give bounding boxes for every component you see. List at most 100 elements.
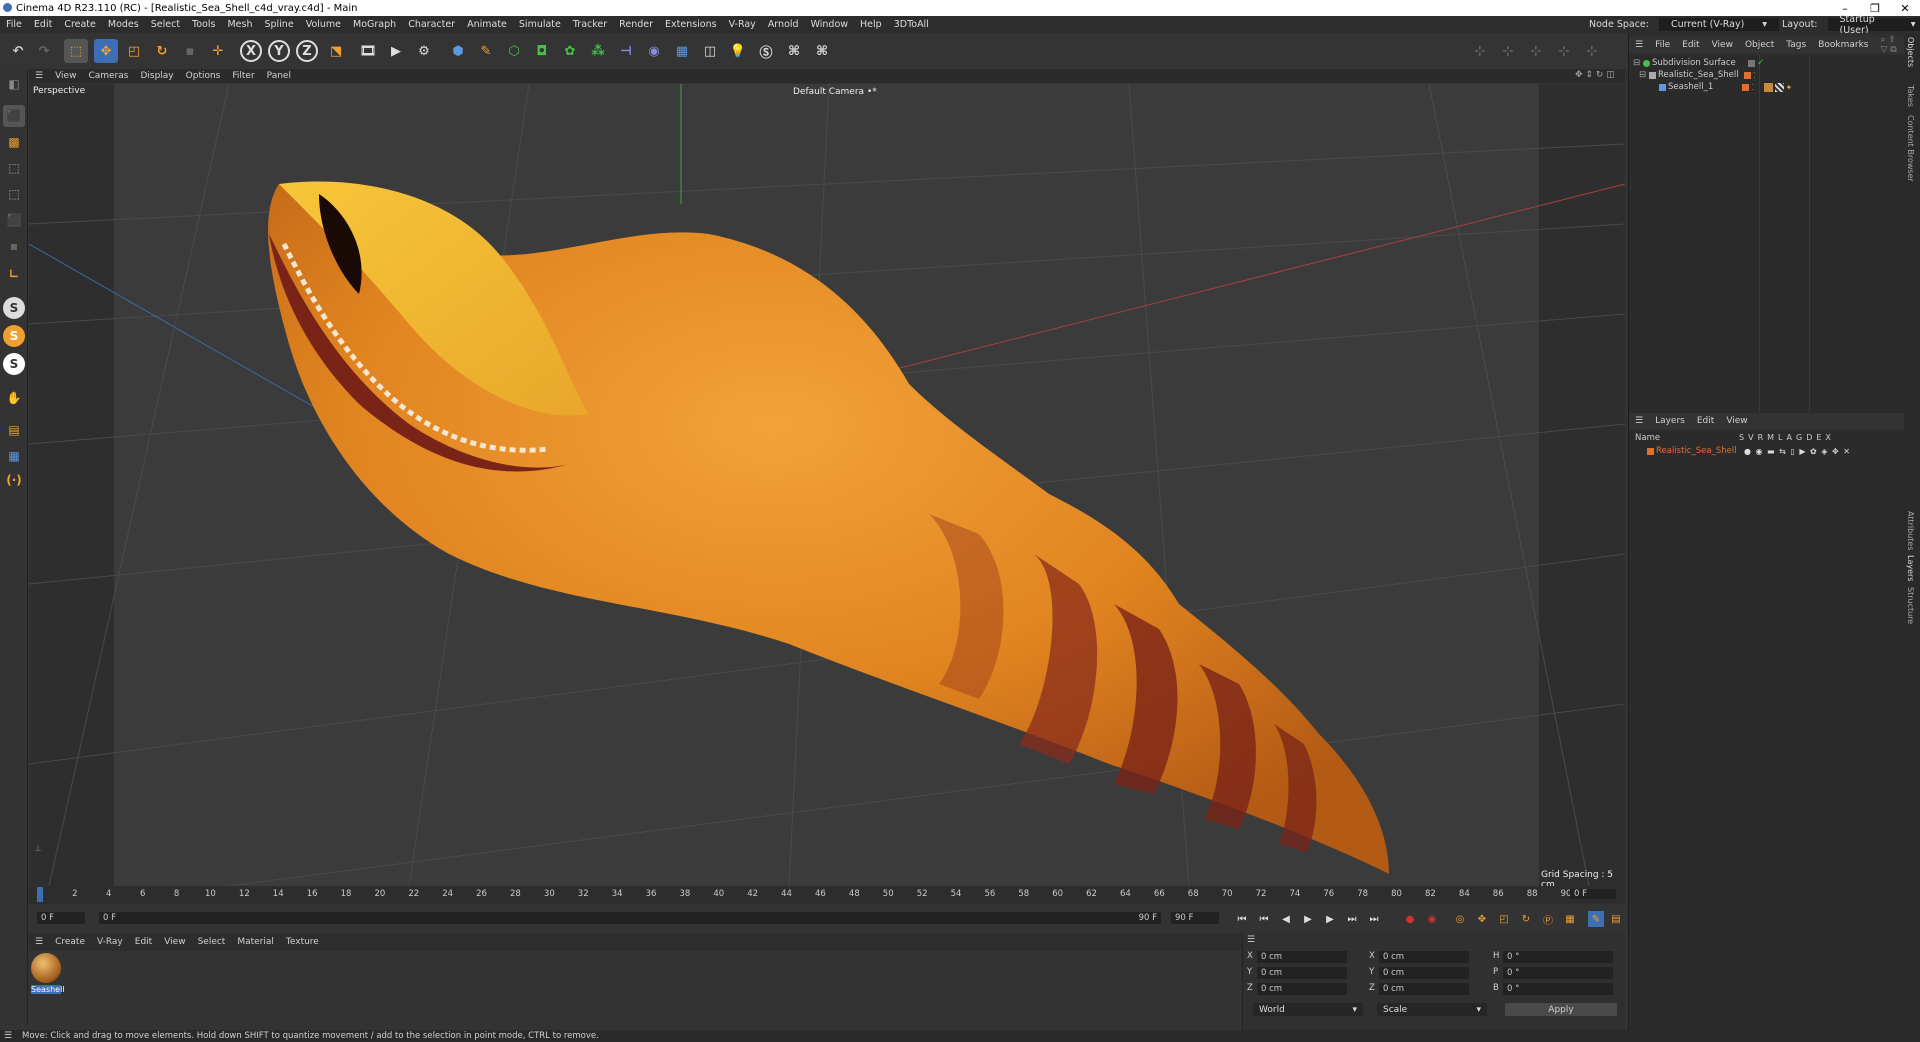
- tab-attributes[interactable]: Attributes: [1906, 511, 1915, 551]
- layer-color-swatch[interactable]: [1647, 447, 1654, 455]
- camera-label[interactable]: Default Camera •*: [793, 87, 877, 97]
- mat-menu-material[interactable]: Material: [231, 937, 280, 947]
- viewport-menu-cameras[interactable]: Cameras: [82, 71, 134, 81]
- mat-menu-texture[interactable]: Texture: [280, 937, 325, 947]
- layers-menu-layers[interactable]: Layers: [1649, 416, 1691, 426]
- menu-mograph[interactable]: MoGraph: [347, 19, 402, 30]
- subdivision-surface-icon[interactable]: ⬡: [502, 39, 526, 63]
- autokey-icon[interactable]: ◉: [1424, 911, 1440, 927]
- layer-row[interactable]: Realistic_Sea_Shell ● ◉ ▬ ⇆ ▯ ▶ ✿ ◈ ✥ ✕: [1629, 445, 1905, 457]
- frame-range-slider[interactable]: 0 F 90 F: [99, 912, 1161, 924]
- redo-button[interactable]: ↷: [32, 39, 56, 63]
- viewport-menu-display[interactable]: Display: [134, 71, 179, 81]
- next-key-icon[interactable]: ⏭: [1344, 911, 1360, 927]
- key-position-icon[interactable]: ✥: [1474, 911, 1490, 927]
- menu-window[interactable]: Window: [805, 19, 854, 30]
- menu-extensions[interactable]: Extensions: [659, 19, 723, 30]
- layer-tag-icon[interactable]: [1748, 59, 1755, 67]
- model-mode-icon[interactable]: ⬛: [3, 105, 25, 127]
- flag-generators[interactable]: G: [1796, 433, 1802, 442]
- record-icon[interactable]: ●: [1402, 911, 1418, 927]
- menu-spline[interactable]: Spline: [258, 19, 299, 30]
- menu-3dtoall[interactable]: 3DToAll: [888, 19, 935, 30]
- object-row-realistic-sea-shell[interactable]: ⊟ Realistic_Sea_Shell ⁚: [1629, 69, 1905, 81]
- vray-s-icon[interactable]: S: [3, 325, 25, 347]
- obj-menu-edit[interactable]: Edit: [1676, 40, 1705, 50]
- viewport-menu-panel[interactable]: Panel: [261, 71, 297, 81]
- layer-color-tag[interactable]: [1744, 71, 1751, 79]
- tab-content-browser[interactable]: Content Browser: [1906, 115, 1915, 182]
- cube-object-icon[interactable]: ⬢: [446, 39, 470, 63]
- obj-menu-view[interactable]: View: [1706, 40, 1739, 50]
- snap-icon[interactable]: ⊹: [1468, 39, 1492, 63]
- obj-menu-object[interactable]: Object: [1739, 40, 1780, 50]
- move-tool-icon[interactable]: ✥: [94, 39, 118, 63]
- node-space-select[interactable]: Current (V-Ray) ▾: [1658, 18, 1779, 31]
- visibility-dots-icon[interactable]: ⁚: [1753, 71, 1756, 80]
- keyframe-selection-icon[interactable]: ◎: [1452, 911, 1468, 927]
- recent-tools-icon[interactable]: ▪: [178, 39, 202, 63]
- layer-color-tag[interactable]: [1742, 83, 1749, 91]
- step-back-icon[interactable]: ◀: [1278, 911, 1294, 927]
- play-icon[interactable]: ▶: [1300, 911, 1316, 927]
- sketch-s-icon[interactable]: S: [3, 353, 25, 375]
- y-axis-lock-button[interactable]: Y: [268, 40, 290, 62]
- rot-p-field[interactable]: 0 °: [1503, 967, 1613, 979]
- end-frame-field[interactable]: 90 F: [1171, 912, 1219, 924]
- mat-menu-edit[interactable]: Edit: [129, 937, 158, 947]
- flag-view[interactable]: V: [1748, 433, 1753, 442]
- step-forward-icon[interactable]: ▶: [1322, 911, 1338, 927]
- make-editable-icon[interactable]: ◧: [3, 73, 25, 95]
- key-pla-icon[interactable]: ▦: [1562, 911, 1578, 927]
- hamburger-icon[interactable]: ☰: [1629, 40, 1649, 50]
- size-mode-select[interactable]: Scale ▾: [1377, 1003, 1487, 1016]
- uvw-tag-icon[interactable]: [1774, 82, 1784, 92]
- render-picture-viewer-icon[interactable]: ▶: [384, 39, 408, 63]
- size-y-field[interactable]: 0 cm: [1379, 967, 1469, 979]
- live-selection-icon[interactable]: ⬚: [64, 39, 88, 63]
- search-icon[interactable]: ⌕ ⇧ ▽ ⧉: [1874, 35, 1905, 55]
- render-view-icon[interactable]: 🎞: [356, 39, 380, 63]
- playhead[interactable]: [37, 887, 43, 902]
- viewport-menu-filter[interactable]: Filter: [226, 71, 260, 81]
- enable-axis-icon[interactable]: ∟: [3, 263, 25, 285]
- snapping-icon[interactable]: S: [3, 297, 25, 319]
- tab-layers[interactable]: Layers: [1906, 555, 1915, 581]
- obj-menu-bookmarks[interactable]: Bookmarks: [1812, 40, 1874, 50]
- key-scale-icon[interactable]: ◰: [1496, 911, 1512, 927]
- material-tag-icon[interactable]: [1763, 82, 1773, 92]
- object-row-seashell-1[interactable]: Seashell_1 ⁚ ✦: [1629, 81, 1905, 93]
- guide-icon[interactable]: ⊹: [1552, 39, 1576, 63]
- flag-locked[interactable]: L: [1778, 433, 1782, 442]
- x-axis-lock-button[interactable]: X: [240, 40, 262, 62]
- size-z-field[interactable]: 0 cm: [1379, 983, 1469, 995]
- uv-mode-icon[interactable]: ▪: [3, 235, 25, 257]
- viewport-nav-icon[interactable]: ✥ ⇕ ↻ ◫: [1569, 70, 1621, 80]
- grid-icon[interactable]: ▦: [3, 445, 25, 467]
- tab-objects[interactable]: Objects: [1906, 37, 1915, 67]
- menu-create[interactable]: Create: [58, 19, 102, 30]
- material-item[interactable]: Seashell: [31, 953, 65, 1001]
- menu-simulate[interactable]: Simulate: [513, 19, 567, 30]
- scheme-icon[interactable]: ▤: [1608, 911, 1624, 927]
- extrude-generator-icon[interactable]: ◘: [530, 39, 554, 63]
- enabled-check-icon[interactable]: ✓: [1757, 58, 1765, 68]
- mograph-cloner-icon[interactable]: ✿: [558, 39, 582, 63]
- menu-file[interactable]: File: [0, 19, 28, 30]
- polygons-mode-icon[interactable]: ⬛: [3, 209, 25, 231]
- pos-z-field[interactable]: 0 cm: [1257, 983, 1347, 995]
- flag-animation[interactable]: A: [1787, 433, 1792, 442]
- obj-menu-file[interactable]: File: [1649, 40, 1676, 50]
- python-script-icon[interactable]: ⌘: [810, 39, 834, 63]
- flag-render[interactable]: R: [1758, 433, 1764, 442]
- flag-deformers[interactable]: D: [1806, 433, 1812, 442]
- object-row-subdivision[interactable]: ⊟ Subdivision Surface ✓: [1629, 57, 1905, 69]
- flag-manager[interactable]: M: [1767, 433, 1774, 442]
- floor-icon[interactable]: ▦: [670, 39, 694, 63]
- key-parameter-icon[interactable]: Ⓟ: [1540, 911, 1556, 927]
- vray-icon[interactable]: Ⓢ: [754, 39, 778, 63]
- current-frame-field[interactable]: 0 F: [1570, 889, 1616, 899]
- field-icon[interactable]: ◉: [642, 39, 666, 63]
- paint-icon[interactable]: ✋: [3, 387, 25, 409]
- render-settings-icon[interactable]: ⚙: [412, 39, 436, 63]
